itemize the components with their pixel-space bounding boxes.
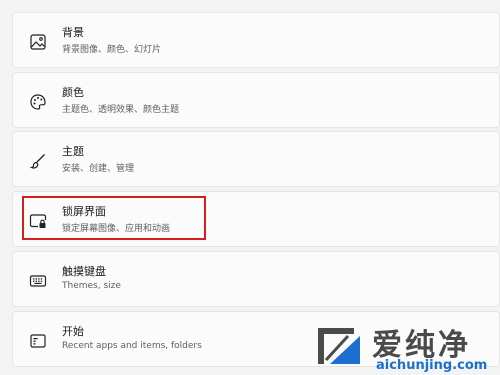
palette-icon [28,92,48,112]
settings-item-title: 主题 [62,145,84,158]
settings-item-subtitle: 主题色、透明效果、颜色主题 [62,105,180,115]
watermark-domain: aichunjing.com [376,358,488,373]
watermark-logo-icon [314,322,364,370]
keyboard-icon [28,271,48,291]
watermark: 爱纯净 aichunjing.com [306,318,500,375]
settings-item-title: 开始 [62,325,84,338]
settings-item-title: 触摸键盘 [62,265,106,278]
settings-item-touch-keyboard[interactable]: 触摸键盘 Themes, size [12,251,500,307]
settings-item-subtitle: Recent apps and items, folders [62,341,202,351]
settings-item-title: 背景 [62,26,84,39]
lock-screen-icon [28,211,48,231]
settings-item-title: 颜色 [62,86,84,99]
settings-item-colors[interactable]: 颜色 主题色、透明效果、颜色主题 [12,72,500,128]
settings-item-subtitle: 背景图像、颜色、幻灯片 [62,45,162,55]
start-menu-icon [28,331,48,351]
settings-item-themes[interactable]: 主题 安装、创建、管理 [12,131,500,187]
settings-item-background[interactable]: 背景 背景图像、颜色、幻灯片 [12,12,500,68]
picture-icon [28,32,48,52]
settings-item-lock-screen[interactable]: 锁屏界面 锁定屏幕图像、应用和动画 [12,191,500,247]
settings-item-subtitle: 锁定屏幕图像、应用和动画 [62,224,171,234]
settings-item-subtitle: 安装、创建、管理 [62,164,135,174]
brush-icon [28,151,48,171]
settings-item-subtitle: Themes, size [62,281,121,291]
settings-item-title: 锁屏界面 [62,205,106,218]
